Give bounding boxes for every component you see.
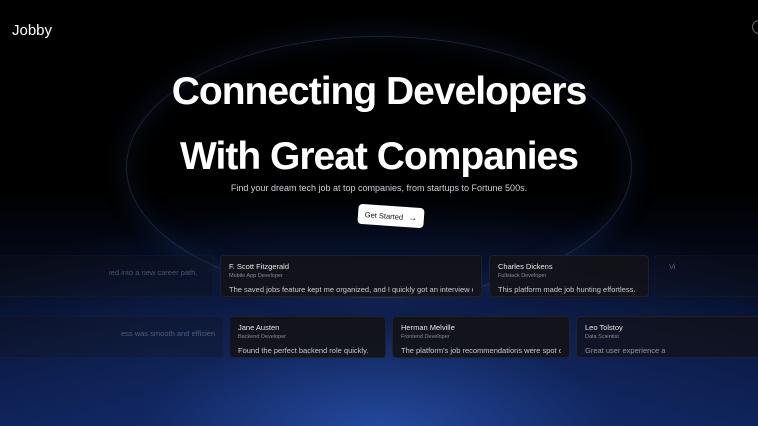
arrow-right-icon: → [407,212,418,223]
testimonial-role: Fullstack Developer [498,273,547,279]
testimonial-quote: The saved jobs feature kept me organized… [229,285,473,294]
testimonial-role: Backend Developer [238,334,287,340]
testimonial-quote: ied into a new career path. [109,268,198,277]
testimonial-quote: ess was smooth and efficient [121,329,215,338]
testimonial-name: Herman Melville [401,323,455,332]
testimonial-name: Charles Dickens [498,262,553,271]
testimonial-name: F. Scott Fitzgerald [229,262,290,271]
testimonial-card: ess was smooth and efficient [0,316,224,358]
testimonial-card: Leo Tolstoy Data Scientist Great user ex… [576,316,758,358]
testimonial-quote: This platform made job hunting effortles… [498,285,636,294]
hero-title-line-1: Connecting Developers [171,70,588,113]
testimonial-role: Frontend Developer [401,334,450,340]
testimonial-card: F. Scott Fitzgerald Mobile App Developer… [220,255,482,297]
testimonial-name: Jane Austen [238,323,280,332]
testimonial-card: Herman Melville Frontend Developer The p… [392,316,570,358]
hero-title-line-2: With Great Companies [180,135,579,178]
testimonial-name: Leo Tolstoy [585,323,623,332]
testimonial-card: Charles Dickens Fullstack Developer This… [489,255,649,297]
testimonial-card: Vi [654,255,758,297]
testimonial-role: Data Scientist [585,334,619,340]
brand-logo[interactable]: Jobby [12,22,52,39]
hero-subtitle: Find your dream tech job at top companie… [230,183,528,193]
testimonial-card: ied into a new career path. [0,255,214,297]
testimonial-quote: Great user experience a [585,346,666,355]
testimonial-card: Jane Austen Backend Developer Found the … [229,316,386,358]
testimonial-quote: The platform's job recommendations were … [401,346,561,355]
testimonial-role: Mobile App Developer [229,273,283,279]
get-started-label: Get Started [364,209,404,222]
testimonial-quote: Found the perfect backend role quickly. [238,346,369,355]
testimonial-name: Vi [669,262,676,271]
